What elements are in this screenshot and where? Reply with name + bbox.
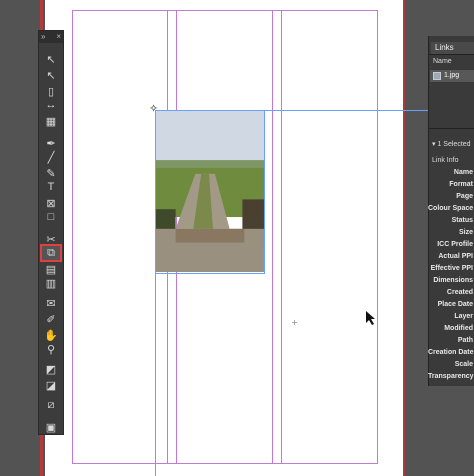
link-row[interactable]: 1.jpg [430,70,474,82]
close-icon[interactable]: × [56,31,61,43]
divider [429,128,474,129]
link-file-name: 1.jpg [444,72,460,79]
center-mark-icon [292,320,297,325]
gradient-icon: ▤ [45,263,57,276]
image-frame[interactable] [155,110,265,274]
link-info-field: Creation Date [428,349,474,356]
eyedropper-tool[interactable]: ✐ [42,312,60,326]
link-info-field: Actual PPI [438,253,473,260]
selected-count: ▾ 1 Selected [432,141,471,148]
rectangle-frame-tool[interactable]: ⊠ [42,196,60,210]
gradient-feather-icon: ▥ [45,277,57,290]
link-info-field: Place Date [437,301,473,308]
link-info-field: ICC Profile [437,241,473,248]
scissors-icon: ✂ [46,233,56,246]
direct-selection-icon: ↖ [46,69,56,82]
line-icon: ╱ [47,151,55,164]
link-info-field: Transparency [428,373,474,380]
tools-panel-header[interactable]: » × [39,31,63,43]
line-tool[interactable]: ╱ [42,150,60,164]
hand-icon: ✋ [44,329,58,342]
divider [429,54,474,55]
link-info-field: Page [456,193,473,200]
rectangle-frame-icon: ⊠ [46,197,56,210]
column-guide [272,10,273,464]
zoom-tool[interactable]: ⚲ [42,342,60,356]
selection-tool[interactable]: ↖ [42,52,60,66]
type-tool[interactable]: T [42,180,60,194]
pen-tool[interactable]: ✒ [42,136,60,150]
gradient-swatch-tool[interactable]: ▤ [42,262,60,276]
link-info-field: Format [449,181,473,188]
screen-mode-icon: ▣ [45,421,57,434]
link-info-field: Scale [454,361,473,368]
apply-none[interactable]: ⧄ [42,398,60,412]
note-tool[interactable]: ✉ [42,296,60,310]
link-info-header[interactable]: Link Info [429,156,474,166]
content-collector-icon: ▦ [45,115,57,128]
free-transform-tool[interactable]: ⧉ [40,244,62,262]
page-bleed-right [403,0,405,476]
links-tab[interactable]: Links [431,42,474,54]
pencil-tool[interactable]: ✎ [42,166,60,180]
link-info-field: Effective PPI [430,265,473,272]
apply-none-icon: ⧄ [47,398,55,411]
link-info-field: Path [457,337,473,344]
page-icon: ▯ [47,85,55,98]
gap-icon: ↔ [45,99,57,111]
frame-top-guide-ext [403,110,428,111]
rectangle-tool[interactable]: □ [42,210,60,224]
note-icon: ✉ [46,297,56,310]
link-info-field: Created [446,289,473,296]
landscape-photo [156,111,264,273]
link-info-field: Modified [444,325,473,332]
gap-tool[interactable]: ↔ [42,98,60,112]
fill-stroke-swatches[interactable]: ◩ [42,362,60,376]
link-info-field: Name [453,169,473,176]
selection-arrow-icon: ↖ [46,53,56,66]
pencil-icon: ✎ [46,167,56,180]
scissors-tool[interactable]: ✂ [42,232,60,246]
type-icon: T [47,181,55,193]
screen-mode[interactable]: ▣ [42,420,60,434]
free-transform-icon: ⧉ [47,246,55,259]
page-tool[interactable]: ▯ [42,84,60,98]
link-info-field: Status [451,217,473,224]
name-column-header[interactable]: Name [429,57,474,67]
default-colors-icon: ◪ [45,379,57,392]
links-panel: Links Name 1.jpg ▾ 1 Selected Link Info … [428,36,474,386]
hand-tool[interactable]: ✋ [42,328,60,342]
fill-stroke-icon: ◩ [45,363,57,376]
mouse-cursor-icon [366,311,375,325]
content-collector-tool[interactable]: ▦ [42,114,60,128]
column-guide [281,10,282,464]
collapse-icon[interactable]: » [41,31,45,43]
image-thumbnail-icon [433,72,441,80]
default-colors[interactable]: ◪ [42,378,60,392]
disclosure-triangle-icon[interactable]: ▾ [432,141,436,148]
eyedropper-icon: ✐ [46,313,56,326]
rectangle-icon: □ [47,211,55,223]
zoom-icon: ⚲ [46,343,56,356]
pen-icon: ✒ [46,137,56,150]
link-info-field: Layer [454,313,473,320]
gradient-feather-tool[interactable]: ▥ [42,276,60,290]
direct-selection-tool[interactable]: ↖ [42,68,60,82]
link-info-field: Dimensions [433,277,473,284]
link-info-field: Colour Space [428,205,474,212]
anchor-point-icon[interactable]: ✧ [149,104,160,115]
link-info-field: Size [458,229,473,236]
